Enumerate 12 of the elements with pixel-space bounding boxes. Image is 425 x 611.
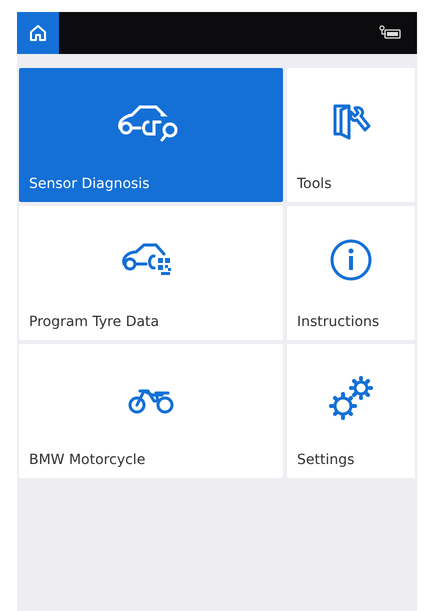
info-icon [329,238,373,282]
menu-tile[interactable]: Tools [287,68,415,202]
menu-tile[interactable]: BMW Motorcycle [19,344,283,478]
home-button[interactable] [17,12,59,54]
vci-battery-icon [377,25,403,41]
menu-tile[interactable]: Settings [287,344,415,478]
home-icon [28,23,48,43]
menu-tile[interactable]: Instructions [287,206,415,340]
menu-tile[interactable]: Program Tyre Data [19,206,283,340]
book-wrench-icon [331,102,371,142]
menu-tile[interactable]: Sensor Diagnosis [19,68,283,202]
gears-icon [326,373,376,423]
